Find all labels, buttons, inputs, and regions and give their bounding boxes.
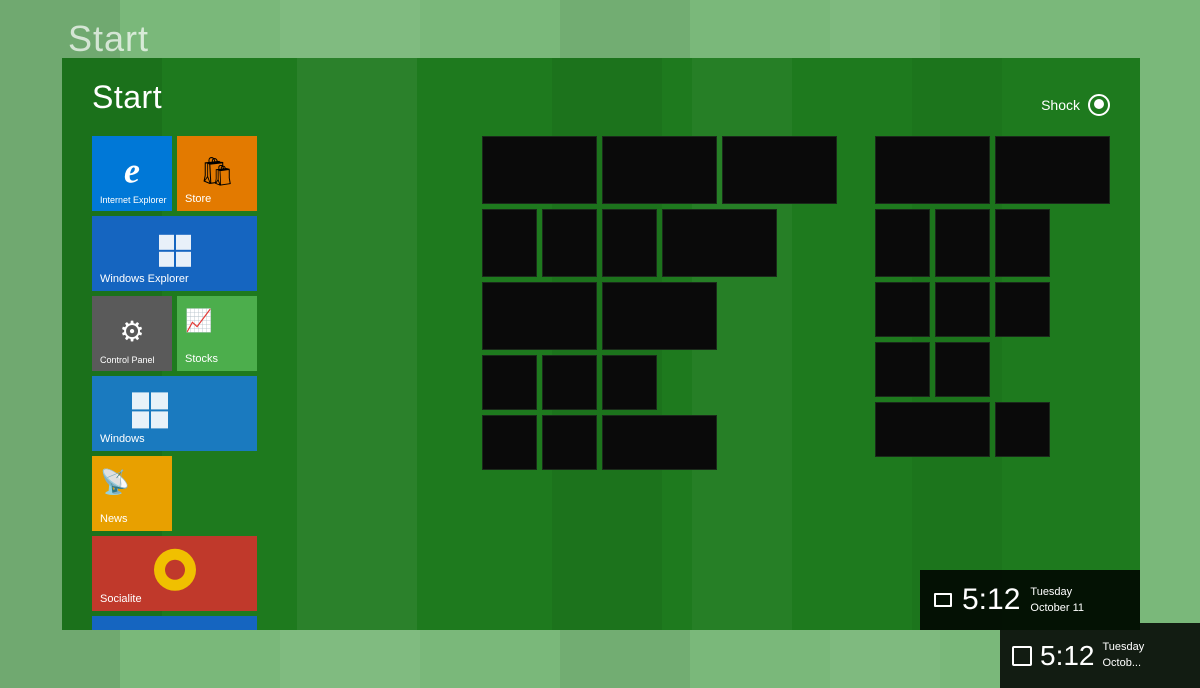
socialite-label: Socialite	[100, 593, 142, 605]
dark-tile[interactable]	[935, 209, 990, 277]
control-panel-icon: ⚙	[119, 314, 144, 347]
dark-tile[interactable]	[542, 355, 597, 410]
monitor-icon	[934, 593, 952, 607]
stocks-label: Stocks	[185, 353, 218, 365]
user-avatar-icon	[1088, 94, 1110, 116]
dark-tile[interactable]	[602, 282, 717, 350]
dark-tile[interactable]	[542, 415, 597, 470]
clock-time: 5:12	[962, 583, 1020, 617]
dark-tile[interactable]	[875, 402, 990, 457]
stocks-icon: 📈	[185, 308, 212, 334]
dark-tile[interactable]	[995, 282, 1050, 337]
dark-right-row-1	[875, 136, 1110, 204]
tile-control-panel[interactable]: ⚙ Control Panel	[92, 296, 172, 371]
start-header: Start Shock	[62, 58, 1140, 128]
dark-tile[interactable]	[602, 415, 717, 470]
socialite-icon	[154, 548, 196, 590]
dark-tile[interactable]	[602, 355, 657, 410]
user-avatar-inner	[1094, 99, 1104, 109]
dark-tile[interactable]	[482, 209, 537, 277]
dark-tile[interactable]	[482, 136, 597, 204]
tile-windows-explorer[interactable]: Windows Explorer	[92, 216, 257, 291]
win-logo	[159, 234, 191, 266]
user-name-label: Shock	[1041, 97, 1080, 113]
dark-tile[interactable]	[875, 342, 930, 397]
start-title: Start	[92, 79, 162, 116]
control-panel-label: Control Panel	[100, 355, 155, 365]
store-label: Store	[185, 193, 211, 205]
dark-row-4	[482, 355, 837, 410]
tile-tweetarama[interactable]: @ Tweet@rama	[92, 616, 257, 630]
dark-tile[interactable]	[482, 355, 537, 410]
dark-tile[interactable]	[602, 136, 717, 204]
clock-panel: 5:12 Tuesday October 11	[920, 570, 1140, 630]
dark-right-row-4	[875, 342, 1110, 397]
dark-tile[interactable]	[935, 282, 990, 337]
tile-internet-explorer[interactable]: e Internet Explorer	[92, 136, 172, 211]
bg-clock-time: 5:12	[1040, 640, 1095, 672]
tile-stocks[interactable]: 📈 Stocks	[177, 296, 257, 371]
tile-groups-left: e Internet Explorer 🛍 Store Win	[92, 136, 257, 630]
dark-tile[interactable]	[995, 136, 1110, 204]
bg-clock-panel: 5:12 Tuesday Octob...	[1000, 623, 1200, 688]
user-info[interactable]: Shock	[1041, 94, 1110, 116]
dark-right-row-3	[875, 282, 1110, 337]
dark-tile[interactable]	[875, 136, 990, 204]
dark-tile[interactable]	[722, 136, 837, 204]
win-explorer-label: Windows Explorer	[100, 273, 189, 285]
dark-tile[interactable]	[875, 282, 930, 337]
tile-group-1: e Internet Explorer 🛍 Store Win	[92, 136, 257, 630]
dark-tile[interactable]	[995, 209, 1050, 277]
dark-tile[interactable]	[602, 209, 657, 277]
dark-right-row-2	[875, 209, 1110, 277]
tile-socialite[interactable]: Socialite	[92, 536, 257, 611]
dark-tile[interactable]	[482, 415, 537, 470]
dark-right-row-5	[875, 402, 1110, 457]
news-label: News	[100, 513, 128, 525]
windows-logo	[132, 392, 168, 428]
dark-row-2	[482, 209, 837, 277]
clock-full-date: October 11	[1030, 602, 1084, 614]
dark-tile[interactable]	[995, 402, 1050, 457]
dark-row-1	[482, 136, 837, 204]
tile-windows[interactable]: Windows	[92, 376, 257, 451]
tile-news[interactable]: 📡 News	[92, 456, 172, 531]
news-icon: 📡	[100, 468, 130, 497]
ie-icon: e	[124, 149, 140, 191]
dark-row-5	[482, 415, 837, 470]
start-screen: Start Shock e Internet Explorer 🛍 Store	[62, 58, 1140, 630]
store-icon: 🛍	[199, 154, 235, 187]
dark-tiles-left	[482, 136, 837, 470]
clock-date: Tuesday October 11	[1030, 584, 1084, 617]
ie-label: Internet Explorer	[100, 195, 167, 205]
tile-store[interactable]: 🛍 Store	[177, 136, 257, 211]
dark-tile[interactable]	[875, 209, 930, 277]
window-stripe	[297, 58, 417, 630]
socialite-inner	[165, 559, 185, 579]
dark-row-3	[482, 282, 837, 350]
dark-tile[interactable]	[542, 209, 597, 277]
bg-start-label: Start	[68, 18, 149, 60]
clock-day: Tuesday	[1030, 586, 1072, 598]
dark-tiles-right	[875, 136, 1110, 457]
dark-tile[interactable]	[935, 342, 990, 397]
bg-monitor-icon	[1012, 646, 1032, 666]
dark-tile[interactable]	[482, 282, 597, 350]
windows-label: Windows	[100, 433, 145, 445]
dark-tile[interactable]	[662, 209, 777, 277]
bg-clock-date: Tuesday Octob...	[1103, 640, 1145, 671]
